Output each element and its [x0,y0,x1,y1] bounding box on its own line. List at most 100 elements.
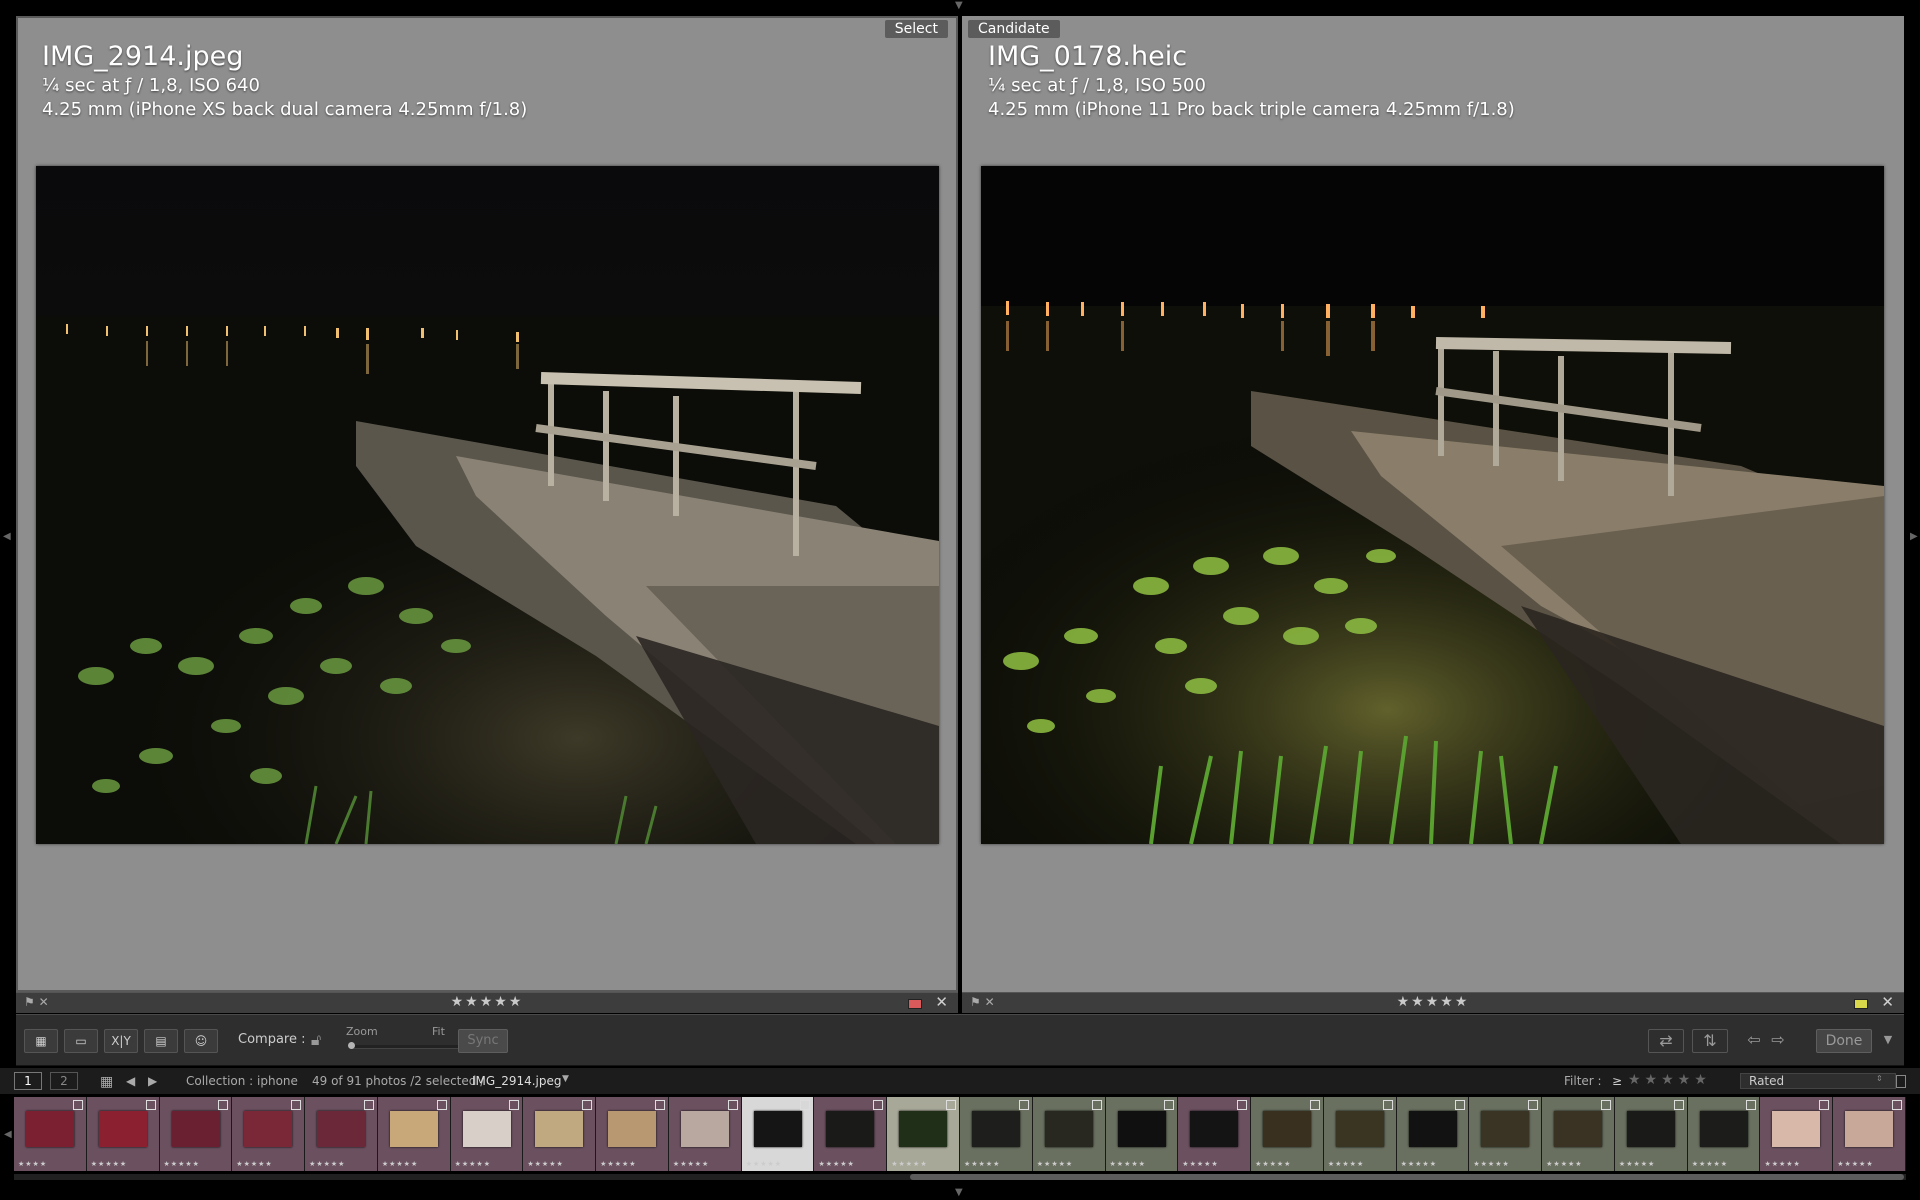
top-panel-toggle-icon[interactable]: ▼ [955,1,963,11]
thumbnail-image [1190,1111,1239,1147]
right-panel-toggle-icon[interactable]: ▶ [1910,532,1918,542]
filter-operator[interactable]: ≥ [1612,1074,1622,1088]
filmstrip-thumbnail[interactable]: ★★★★★ [668,1097,741,1171]
filter-preset-select[interactable]: Rated [1740,1073,1896,1089]
photo-count: 49 of 91 photos /2 selected / [312,1074,485,1088]
filmstrip-thumbnail[interactable]: ★★★★★ [1105,1097,1178,1171]
filmstrip-thumbnail[interactable]: ★★★★★ [305,1097,377,1171]
select-exposure: ¼ sec at ƒ / 1,8, ISO 640 [42,75,260,96]
thumbnail-stars: ★★★★★ [1036,1160,1074,1168]
thumbnail-badge-icon [727,1100,738,1110]
filmstrip-thumbnail[interactable]: ★★★★★ [960,1097,1032,1171]
candidate-photo[interactable] [981,166,1884,844]
thumbnail-stars: ★★★★★ [1473,1160,1510,1168]
candidate-lens: 4.25 mm (iPhone 11 Pro back triple camer… [988,99,1515,120]
filmstrip-scrollbar[interactable] [910,1174,1904,1180]
select-star-rating[interactable]: ★★★★★ [16,994,958,1010]
zoom-slider[interactable] [350,1045,460,1049]
filmstrip-left-arrow-icon[interactable]: ◀ [4,1130,12,1140]
toolbar-menu-chevron-icon[interactable]: ▼ [1878,1029,1898,1051]
thumbnail-image [535,1111,584,1147]
sync-button[interactable]: Sync [458,1029,508,1053]
left-panel-toggle-icon[interactable]: ◀ [3,532,11,542]
select-photo[interactable] [36,166,939,844]
filmstrip-thumbnail[interactable]: ★★★★★ [1760,1097,1833,1171]
thumbnail-badge-icon [1018,1100,1029,1110]
grid-view-icon[interactable]: ▦ [24,1029,58,1053]
prev-arrow-icon[interactable]: ⇦ [1744,1029,1764,1051]
filmstrip-thumbnail[interactable]: ★★★★★ [1687,1097,1760,1171]
forward-arrow-icon[interactable]: ▶ [148,1074,157,1088]
filmstrip-thumbnail[interactable]: ★★★★★ [1542,1097,1614,1171]
filmstrip-thumbnail[interactable]: ★★★★★ [1178,1097,1251,1171]
thumbnail-image [1408,1111,1457,1147]
candidate-star-rating[interactable]: ★★★★★ [962,994,1904,1010]
filmstrip-thumbnail[interactable]: ★★★★★ [741,1097,814,1171]
compare-toolbar: ▦ ▭ X|Y ▤ ☺ Compare : 🔓︎ Zoom Fit Sync ⇄… [16,1014,1904,1066]
filmstrip-thumbnail[interactable]: ★★★★★ [596,1097,668,1171]
thumbnail-badge-icon [1455,1100,1466,1110]
filmstrip-thumbnail[interactable]: ★★★★★ [377,1097,450,1171]
thumbnail-image [171,1111,220,1147]
filmstrip-thumbnail[interactable]: ★★★★★ [887,1097,959,1171]
filmstrip-thumbnail[interactable]: ★★★★ [14,1097,86,1171]
filmstrip-thumbnail[interactable]: ★★★★★ [159,1097,232,1171]
filmstrip[interactable]: ★★★★ ★★★★★ ★★★★★ ★★★★★ ★★★★★ ★★★★★ ★★★★★ ★★★★★ ★… [14,1097,1906,1171]
filmstrip-thumbnail[interactable]: ★★★★★ [1614,1097,1687,1171]
filmstrip-thumbnail[interactable]: ★★★★★ [1032,1097,1105,1171]
filmstrip-thumbnail[interactable]: ★★★★★ [450,1097,523,1171]
window-2-button[interactable]: 2 [50,1072,78,1090]
filmstrip-thumbnail[interactable]: ★★★★★ [1833,1097,1905,1171]
candidate-pane[interactable]: Candidate IMG_0178.heic ¼ sec at ƒ / 1,8… [962,16,1904,992]
candidate-close-icon[interactable]: ✕ [1881,993,1894,1011]
zoom-slider-handle[interactable] [348,1042,355,1049]
thumbnail-stars: ★★★★★ [527,1160,564,1168]
filmstrip-thumbnail[interactable]: ★★★★★ [1251,1097,1323,1171]
filmstrip-thumbnail[interactable]: ★★★★★ [86,1097,159,1171]
thumbnail-stars: ★★★★★ [1618,1160,1656,1168]
filter-lock-icon[interactable] [1896,1075,1906,1088]
select-pane[interactable]: Select IMG_2914.jpeg ¼ sec at ƒ / 1,8, I… [16,16,958,992]
thumbnail-stars: ★★★★★ [1182,1160,1219,1168]
collection-source[interactable]: Collection : iphone [186,1074,298,1088]
loupe-view-icon[interactable]: ▭ [64,1029,98,1053]
thumbnail-stars: ★★★★★ [964,1160,1001,1168]
thumbnail-image [1117,1111,1166,1147]
people-view-icon[interactable]: ☺ [184,1029,218,1053]
filmstrip-thumbnail[interactable]: ★★★★★ [814,1097,887,1171]
survey-view-icon[interactable]: ▤ [144,1029,178,1053]
select-color-label[interactable] [908,999,922,1009]
filmstrip-thumbnail[interactable]: ★★★★★ [523,1097,596,1171]
compare-view-button[interactable]: X|Y [104,1029,138,1053]
zoom-label: Zoom [346,1025,378,1038]
bottom-panel-toggle-icon[interactable]: ▼ [955,1188,963,1198]
thumbnail-badge-icon [1600,1100,1611,1110]
thumbnail-image [1626,1111,1675,1147]
thumbnail-stars: ★★★★★ [672,1160,710,1168]
filter-star-rating[interactable]: ★★★★★ [1628,1072,1711,1088]
swap-icon[interactable]: ⇄ [1648,1029,1684,1053]
thumbnail-image [1845,1111,1894,1147]
back-arrow-icon[interactable]: ◀ [126,1074,135,1088]
filmstrip-thumbnail[interactable]: ★★★★★ [232,1097,305,1171]
grid-icon[interactable]: ▦ [100,1074,113,1090]
candidate-color-label[interactable] [1854,999,1868,1009]
candidate-filename: IMG_0178.heic [988,41,1188,72]
filmstrip-thumbnail[interactable]: ★★★★★ [1396,1097,1469,1171]
done-button[interactable]: Done [1816,1029,1872,1053]
thumbnail-image [26,1111,74,1147]
thumbnail-stars: ★★★★★ [236,1160,273,1168]
fit-label: Fit [432,1025,445,1038]
filmstrip-thumbnail[interactable]: ★★★★★ [1469,1097,1542,1171]
select-close-icon[interactable]: ✕ [935,993,948,1011]
thumbnail-image [972,1111,1020,1147]
thumbnail-stars: ★★★★★ [1691,1160,1729,1168]
next-arrow-icon[interactable]: ⇨ [1768,1029,1788,1051]
current-filename[interactable]: IMG_2914.jpeg [472,1074,562,1088]
lock-icon[interactable]: 🔓︎ [306,1029,326,1051]
filmstrip-thumbnail[interactable]: ★★★★★ [1323,1097,1396,1171]
window-1-button[interactable]: 1 [14,1072,42,1090]
thumbnail-image [1699,1111,1748,1147]
make-select-icon[interactable]: ⇅ [1692,1029,1728,1053]
filename-dropdown-icon[interactable]: ▼ [562,1074,569,1084]
